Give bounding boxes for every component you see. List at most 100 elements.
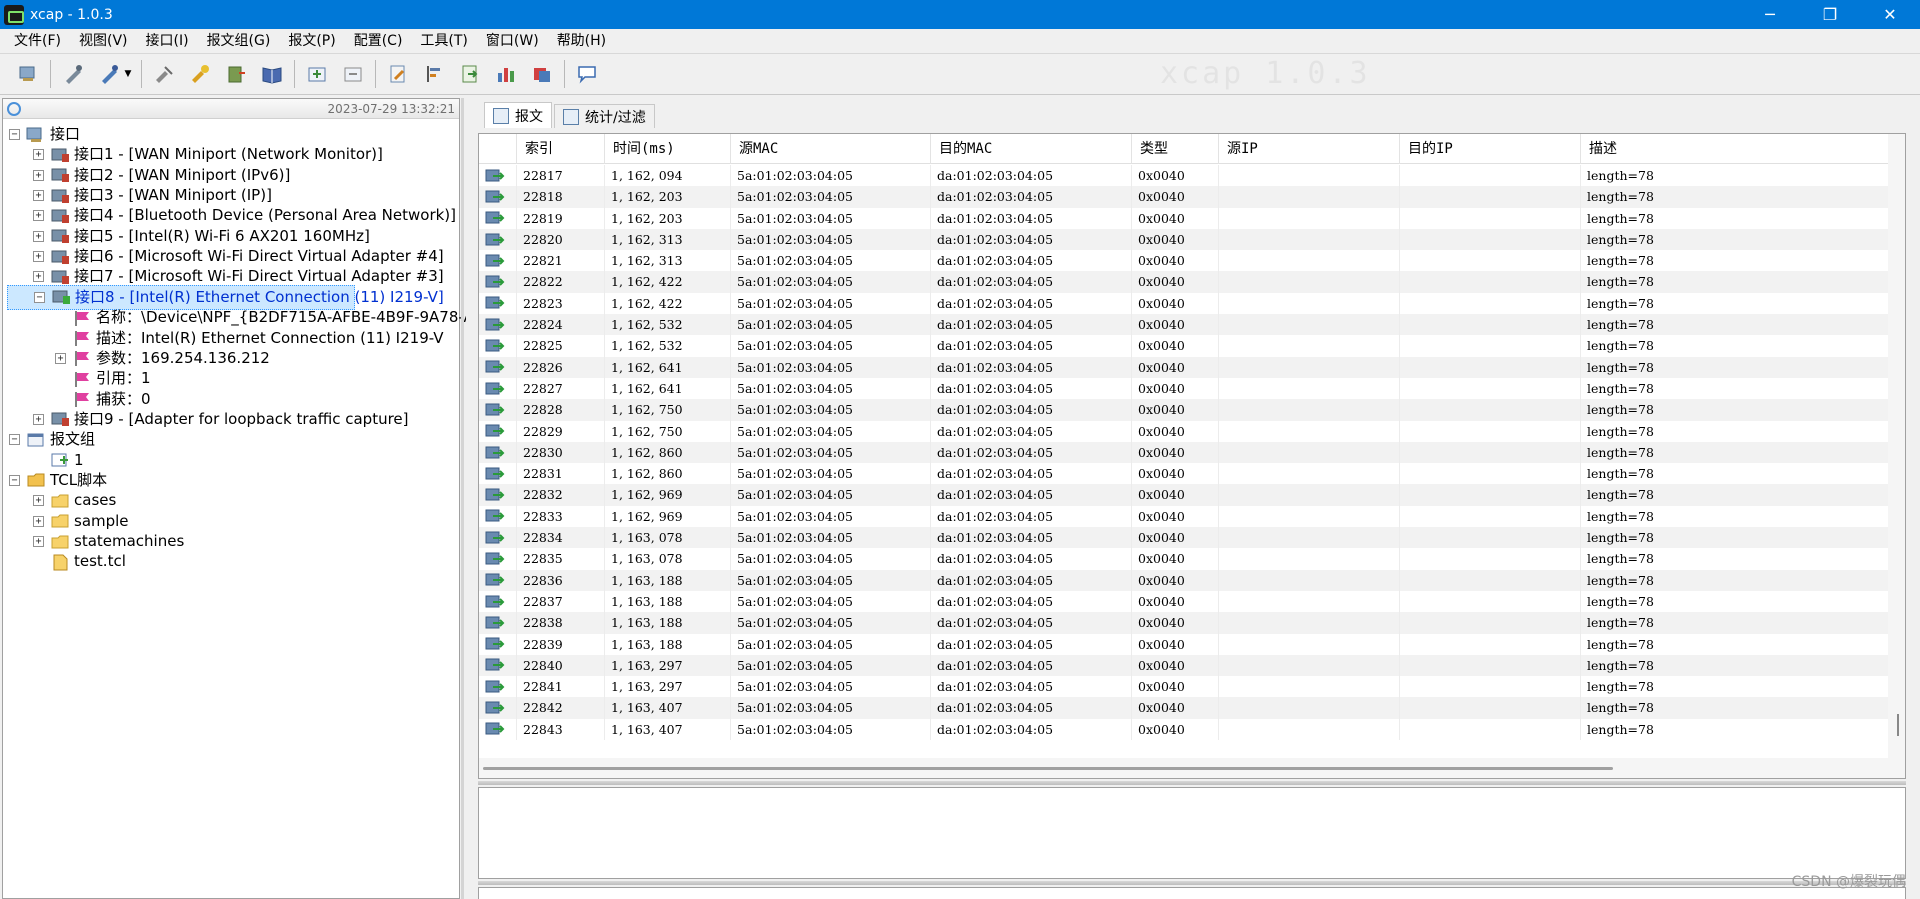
capture-icon[interactable]	[529, 61, 555, 87]
cell-type: 0x0040	[1132, 590, 1219, 613]
collapse-icon[interactable]: −	[9, 474, 20, 486]
table-row[interactable]: 22842 1, 163, 407 5a:01:02:03:04:05 da:01:0…	[479, 697, 1889, 719]
horizontal-scrollbar[interactable]	[479, 758, 1905, 778]
interfaces-icon[interactable]	[15, 61, 41, 87]
menu-help[interactable]: 帮助(H)	[548, 29, 615, 53]
vertical-scroll-thumb[interactable]	[1897, 714, 1899, 736]
table-row[interactable]: 22836 1, 163, 188 5a:01:02:03:04:05 da:01:0…	[479, 569, 1889, 591]
chat-icon[interactable]	[574, 61, 600, 87]
menu-file[interactable]: 文件(F)	[5, 29, 70, 53]
expand-icon[interactable]: +	[33, 169, 44, 181]
menu-tools[interactable]: 工具(T)	[411, 29, 476, 53]
table-row[interactable]: 22819 1, 162, 203 5a:01:02:03:04:05 da:01:0…	[479, 207, 1889, 229]
vertical-scrollbar[interactable]	[1888, 134, 1905, 760]
menu-interface[interactable]: 接口(I)	[137, 29, 198, 53]
cell-src-mac: 5a:01:02:03:04:05	[731, 633, 931, 655]
book-icon[interactable]	[259, 61, 285, 87]
table-row[interactable]: 22831 1, 162, 860 5a:01:02:03:04:05 da:01:0…	[479, 463, 1889, 485]
expand-icon[interactable]: +	[33, 495, 44, 507]
collapse-icon[interactable]: −	[34, 291, 45, 303]
table-row[interactable]: 22827 1, 162, 641 5a:01:02:03:04:05 da:01:0…	[479, 377, 1889, 400]
cell-src-ip	[1219, 697, 1400, 719]
horizontal-scroll-thumb[interactable]	[483, 767, 1613, 770]
expand-icon[interactable]: +	[33, 271, 44, 283]
align-icon[interactable]	[421, 61, 447, 87]
table-row[interactable]: 22824 1, 162, 532 5a:01:02:03:04:05 da:01:0…	[479, 314, 1889, 336]
tab-packets[interactable]: 报文	[484, 102, 552, 128]
cell-time: 1, 163, 297	[605, 676, 731, 698]
horizontal-splitter[interactable]	[478, 781, 1906, 785]
table-row[interactable]: 22821 1, 162, 313 5a:01:02:03:04:05 da:01:0…	[479, 250, 1889, 272]
connect-icon[interactable]	[60, 61, 86, 87]
menu-packet-group[interactable]: 报文组(G)	[198, 29, 280, 53]
hex-pane[interactable]	[478, 887, 1906, 899]
table-row[interactable]: 22838 1, 163, 188 5a:01:02:03:04:05 da:01:0…	[479, 612, 1889, 634]
column-header-time[interactable]: 时间(ms)	[605, 134, 731, 164]
expand-icon[interactable]: +	[33, 190, 44, 202]
column-header-src-ip[interactable]: 源IP	[1219, 134, 1400, 164]
table-row[interactable]: 22830 1, 162, 860 5a:01:02:03:04:05 da:01:0…	[479, 441, 1889, 464]
expand-icon[interactable]: +	[33, 515, 44, 527]
table-row[interactable]: 22843 1, 163, 407 5a:01:02:03:04:05 da:01:0…	[479, 718, 1889, 741]
menu-window[interactable]: 窗口(W)	[477, 29, 548, 53]
table-row[interactable]: 22837 1, 163, 188 5a:01:02:03:04:05 da:01:0…	[479, 590, 1889, 613]
send-icon[interactable]	[187, 61, 213, 87]
expand-icon[interactable]: +	[33, 230, 44, 242]
horizontal-splitter-bottom[interactable]	[478, 881, 1906, 885]
menu-view[interactable]: 视图(V)	[70, 29, 137, 53]
table-row[interactable]: 22826 1, 162, 641 5a:01:02:03:04:05 da:01:0…	[479, 356, 1889, 378]
table-row[interactable]: 22822 1, 162, 422 5a:01:02:03:04:05 da:01:0…	[479, 271, 1889, 293]
disconnect-icon[interactable]	[151, 61, 177, 87]
restore-button[interactable]: ❐	[1800, 0, 1860, 29]
edit-icon[interactable]	[385, 61, 411, 87]
tab-stats-filter[interactable]: 统计/过滤	[554, 104, 655, 128]
table-row[interactable]: 22818 1, 162, 203 5a:01:02:03:04:05 da:01:0…	[479, 186, 1889, 208]
cell-time: 1, 162, 969	[605, 484, 731, 506]
dropdown-arrow-icon[interactable]: ▼	[123, 61, 133, 87]
table-row[interactable]: 22835 1, 163, 078 5a:01:02:03:04:05 da:01:0…	[479, 548, 1889, 570]
collapse-icon[interactable]: −	[9, 434, 20, 446]
table-row[interactable]: 22833 1, 162, 969 5a:01:02:03:04:05 da:01:0…	[479, 505, 1889, 528]
table-row[interactable]: 22823 1, 162, 422 5a:01:02:03:04:05 da:01:0…	[479, 292, 1889, 315]
export-icon[interactable]	[223, 61, 249, 87]
column-header-index[interactable]: 索引	[517, 134, 605, 164]
table-row[interactable]: 22834 1, 163, 078 5a:01:02:03:04:05 da:01:0…	[479, 527, 1889, 549]
collapse-icon[interactable]: −	[9, 129, 20, 140]
cell-src-mac: 5a:01:02:03:04:05	[731, 654, 931, 677]
table-row[interactable]: 22841 1, 163, 297 5a:01:02:03:04:05 da:01:0…	[479, 676, 1889, 698]
packet-detail-pane[interactable]	[478, 787, 1906, 879]
connect-options-icon[interactable]	[96, 61, 122, 87]
table-row[interactable]: 22829 1, 162, 750 5a:01:02:03:04:05 da:01:0…	[479, 420, 1889, 442]
expand-icon[interactable]: +	[33, 251, 44, 263]
import-icon[interactable]	[457, 61, 483, 87]
column-header-dst-mac[interactable]: 目的MAC	[931, 134, 1132, 164]
column-header-description[interactable]: 描述	[1581, 134, 1889, 164]
minimize-button[interactable]: ─	[1740, 0, 1800, 29]
table-row[interactable]: 22820 1, 162, 313 5a:01:02:03:04:05 da:01:0…	[479, 228, 1889, 251]
table-row[interactable]: 22840 1, 163, 297 5a:01:02:03:04:05 da:01:0…	[479, 654, 1889, 677]
clock-icon[interactable]	[7, 101, 21, 116]
new-packet-icon[interactable]	[304, 61, 330, 87]
expand-icon[interactable]: +	[55, 352, 66, 364]
table-row[interactable]: 22828 1, 162, 750 5a:01:02:03:04:05 da:01:0…	[479, 399, 1889, 421]
table-row[interactable]: 22825 1, 162, 532 5a:01:02:03:04:05 da:01:0…	[479, 335, 1889, 357]
delete-packet-icon[interactable]	[340, 61, 366, 87]
expand-icon[interactable]: +	[33, 413, 44, 425]
tree-node[interactable]: test.tcl	[33, 549, 126, 574]
table-row[interactable]: 22839 1, 163, 188 5a:01:02:03:04:05 da:01:0…	[479, 633, 1889, 655]
packet-group-icon	[26, 431, 46, 449]
expand-icon[interactable]: +	[33, 149, 44, 161]
tab-stats-filter-label: 统计/过滤	[585, 109, 646, 126]
vertical-splitter[interactable]	[461, 98, 464, 899]
menu-config[interactable]: 配置(C)	[345, 29, 412, 53]
table-row[interactable]: 22832 1, 162, 969 5a:01:02:03:04:05 da:01:0…	[479, 484, 1889, 506]
table-row[interactable]: 22817 1, 162, 094 5a:01:02:03:04:05 da:01:0…	[479, 165, 1889, 187]
chart-icon[interactable]	[493, 61, 519, 87]
close-button[interactable]: ✕	[1860, 0, 1920, 29]
column-header-type[interactable]: 类型	[1132, 134, 1219, 164]
expand-icon[interactable]: +	[33, 536, 44, 547]
menu-packet[interactable]: 报文(P)	[279, 29, 344, 53]
expand-icon[interactable]: +	[33, 210, 44, 222]
column-header-dst-ip[interactable]: 目的IP	[1400, 134, 1581, 164]
column-header-src-mac[interactable]: 源MAC	[731, 134, 931, 164]
